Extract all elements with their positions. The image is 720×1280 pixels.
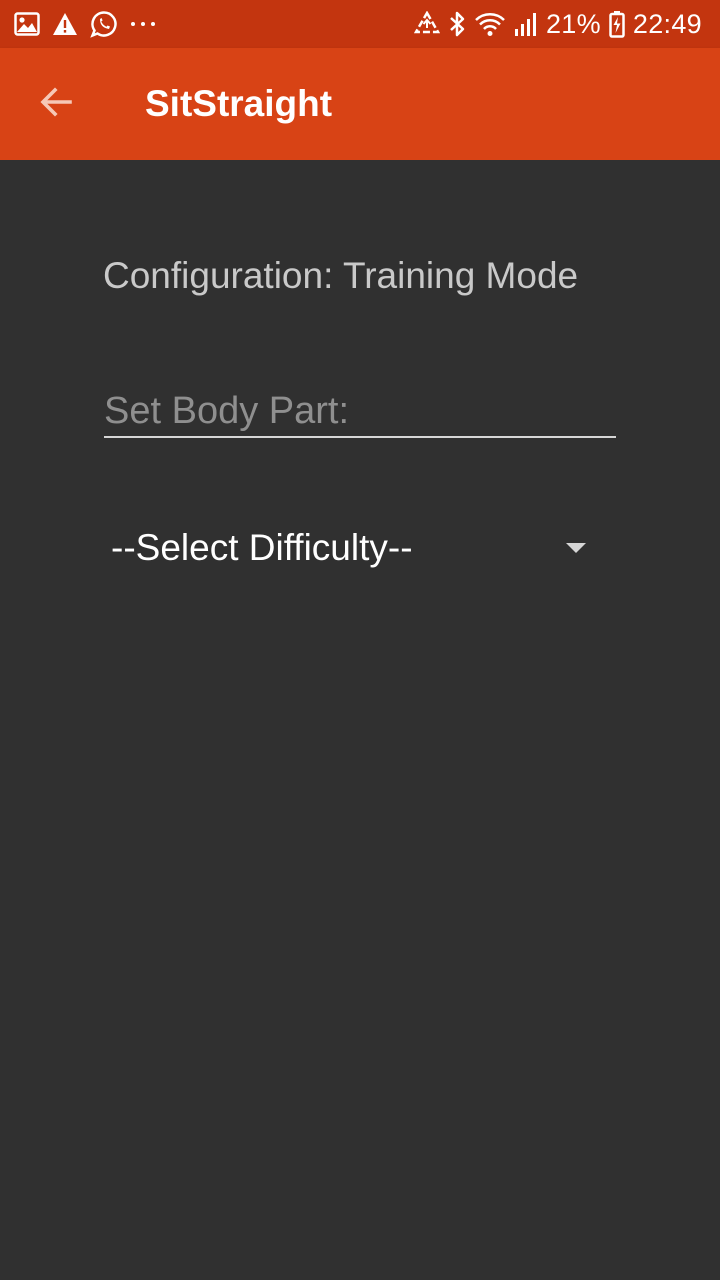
main-content: Configuration: Training Mode --Select Di…: [0, 160, 720, 1280]
app-bar: SitStraight: [0, 48, 720, 160]
more-notifications-icon: [130, 20, 158, 28]
back-button[interactable]: [28, 76, 84, 132]
app-title: SitStraight: [145, 83, 333, 124]
status-bar: 21% 22:49: [0, 0, 720, 48]
difficulty-select[interactable]: --Select Difficulty--: [104, 516, 604, 580]
gallery-icon: [14, 12, 40, 36]
signal-icon: [514, 11, 538, 37]
dropdown-arrow-icon: [566, 542, 586, 560]
status-left-icons: [14, 10, 170, 38]
battery-percent: 21%: [545, 9, 601, 39]
whatsapp-icon: [90, 10, 118, 38]
status-right-icons: 21% 22:49: [406, 8, 702, 40]
clock: 22:49: [632, 9, 702, 39]
battery-icon: [609, 10, 625, 38]
body-part-input[interactable]: [104, 386, 616, 438]
wifi-icon: [474, 11, 506, 37]
bluetooth-icon: [448, 10, 466, 38]
data-saver-icon: [413, 11, 440, 37]
arrow-back-icon: [38, 84, 74, 125]
warning-icon: [52, 12, 78, 36]
difficulty-selected-value: --Select Difficulty--: [111, 527, 413, 568]
config-title: Configuration: Training Mode: [103, 255, 579, 296]
